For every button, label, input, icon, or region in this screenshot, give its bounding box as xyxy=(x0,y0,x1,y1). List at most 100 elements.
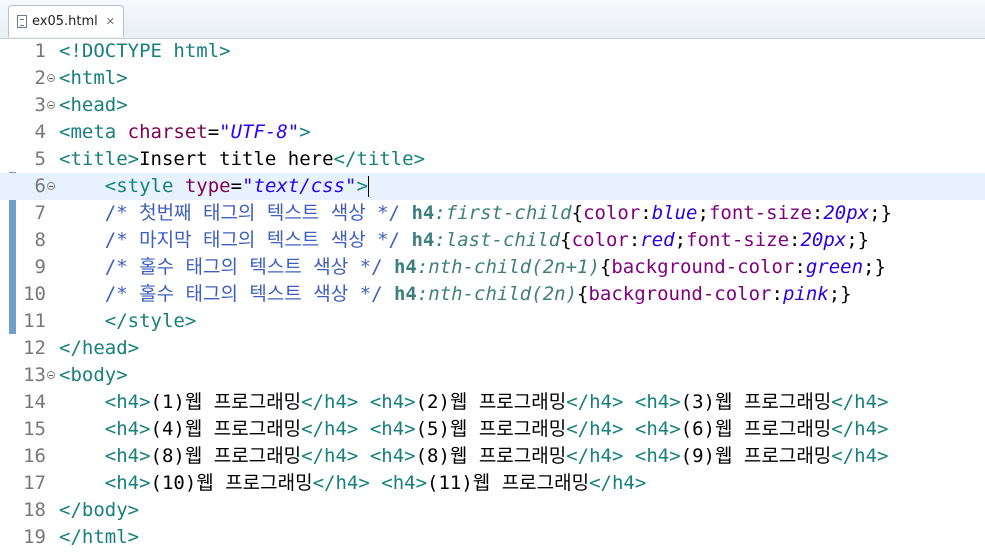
fold-toggle-icon[interactable] xyxy=(47,74,55,82)
line-number: 9 xyxy=(34,256,46,278)
code-token: > xyxy=(356,175,368,197)
code-token: <html> xyxy=(59,67,128,89)
line-number: 1 xyxy=(34,40,46,62)
code-token: <body> xyxy=(59,364,128,386)
editor-tab-bar: ex05.html ✕ xyxy=(0,0,985,39)
code-token: background-color xyxy=(611,256,795,278)
code-token: </h4> xyxy=(301,445,359,467)
code-line[interactable]: 3 <head> xyxy=(0,92,985,119)
code-text: <html> xyxy=(59,65,128,92)
code-token: font-size xyxy=(686,229,790,251)
text-cursor xyxy=(367,176,369,197)
line-number: 14 xyxy=(23,391,46,413)
code-token: { xyxy=(599,256,612,278)
tab-title: ex05.html xyxy=(32,14,98,29)
code-token: <style xyxy=(104,175,185,197)
code-token: </h4> xyxy=(312,472,370,494)
code-token: </html> xyxy=(59,526,140,548)
code-line[interactable]: 11 </style> xyxy=(0,308,985,335)
code-line[interactable]: 1 <!DOCTYPE html> xyxy=(0,38,985,65)
code-token: </h4> xyxy=(566,418,624,440)
code-line[interactable]: 14 <h4>(1)웹 프로그래밍</h4> <h4>(2)웹 프로그래밍</h… xyxy=(0,389,985,416)
html-file-icon xyxy=(17,15,27,28)
line-number: 3 xyxy=(34,94,46,116)
code-line[interactable]: 10 /* 홀수 태그의 텍스트 색상 */ h4:nth-child(2n){… xyxy=(0,281,985,308)
code-token: font-size xyxy=(708,202,812,224)
line-number: 18 xyxy=(23,499,46,521)
code-token: /* 홀수 태그의 텍스트 색상 */ xyxy=(104,283,394,305)
code-line[interactable]: 7 /* 첫번째 태그의 텍스트 색상 */ h4:first-child{co… xyxy=(0,200,985,227)
code-line[interactable]: 18 </body> xyxy=(0,497,985,524)
editor-tab[interactable]: ex05.html ✕ xyxy=(8,5,124,37)
code-token: <head> xyxy=(59,94,128,116)
code-token: :first-child xyxy=(434,202,572,224)
code-token: </body> xyxy=(59,499,140,521)
code-token: (4)웹 프로그래밍 xyxy=(150,418,302,440)
code-token: (1)웹 프로그래밍 xyxy=(150,391,302,413)
code-token: </h4> xyxy=(589,472,647,494)
code-line[interactable]: 17 <h4>(10)웹 프로그래밍</h4> <h4>(11)웹 프로그래밍<… xyxy=(0,470,985,497)
code-token: ;} xyxy=(863,256,886,278)
code-line[interactable]: 15 <h4>(4)웹 프로그래밍</h4> <h4>(5)웹 프로그래밍</h… xyxy=(0,416,985,443)
code-editor[interactable]: 1 <!DOCTYPE html> 2 <html> 3 <head> 4 <meta cha… xyxy=(0,38,985,557)
code-line[interactable]: 13 <body> xyxy=(0,362,985,389)
code-line[interactable]: 5 <title>Insert title here</title> xyxy=(0,146,985,173)
code-token: ; xyxy=(674,229,687,251)
code-line[interactable]: 2 <html> xyxy=(0,65,985,92)
code-token: { xyxy=(560,229,572,251)
code-line[interactable]: 8 /* 마지막 태그의 텍스트 색상 */ h4:last-child{col… xyxy=(0,227,985,254)
code-token: : xyxy=(628,229,641,251)
line-number: 17 xyxy=(23,472,46,494)
code-token: (10)웹 프로그래밍 xyxy=(150,472,313,494)
code-token: (5)웹 프로그래밍 xyxy=(415,418,567,440)
code-line[interactable]: 16 <h4>(8)웹 프로그래밍</h4> <h4>(8)웹 프로그래밍</h… xyxy=(0,443,985,470)
code-token: (8)웹 프로그래밍 xyxy=(415,445,567,467)
code-token: :nth-child(2n+1) xyxy=(416,256,600,278)
code-text: </style> xyxy=(59,308,197,335)
code-line[interactable]: 6 <style type="text/css"> xyxy=(0,173,985,200)
code-line[interactable]: 9 /* 홀수 태그의 텍스트 색상 */ h4:nth-child(2n+1)… xyxy=(0,254,985,281)
code-token: > xyxy=(299,121,311,143)
code-text: <title>Insert title here</title> xyxy=(59,146,425,173)
code-token: (6)웹 프로그래밍 xyxy=(680,418,832,440)
code-token: <h4> xyxy=(369,418,416,440)
code-token: color xyxy=(583,202,641,224)
code-text: <h4>(10)웹 프로그래밍</h4> <h4>(11)웹 프로그래밍</h4… xyxy=(59,470,647,497)
code-text: /* 마지막 태그의 텍스트 색상 */ h4:last-child{color… xyxy=(59,227,869,254)
code-token: { xyxy=(571,202,584,224)
code-token: <h4> xyxy=(104,472,151,494)
code-token: <h4> xyxy=(369,391,416,413)
code-token: : xyxy=(789,229,801,251)
code-token: background-color xyxy=(588,283,772,305)
line-number: 5 xyxy=(34,148,46,170)
code-token: /* 홀수 태그의 텍스트 색상 */ xyxy=(104,256,394,278)
code-token: red xyxy=(640,229,675,251)
code-text: /* 홀수 태그의 텍스트 색상 */ h4:nth-child(2n+1){b… xyxy=(59,254,886,281)
code-text: </head> xyxy=(59,335,139,362)
code-token: type xyxy=(184,175,231,197)
code-text: </html> xyxy=(59,524,139,551)
fold-toggle-icon[interactable] xyxy=(47,182,55,190)
line-number: 4 xyxy=(34,121,46,143)
code-token: </h4> xyxy=(831,418,889,440)
code-token: </h4> xyxy=(831,391,889,413)
fold-toggle-icon[interactable] xyxy=(47,101,55,109)
code-token: (11)웹 프로그래밍 xyxy=(427,472,590,494)
code-token: </h4> xyxy=(301,418,359,440)
code-line[interactable]: 4 <meta charset="UTF-8"> xyxy=(0,119,985,146)
code-token: : xyxy=(771,283,783,305)
code-text: <h4>(1)웹 프로그래밍</h4> <h4>(2)웹 프로그래밍</h4> … xyxy=(59,389,889,416)
code-token: <!DOCTYPE html> xyxy=(59,40,231,62)
line-number: 19 xyxy=(23,526,46,548)
fold-toggle-icon[interactable] xyxy=(47,371,55,379)
code-line[interactable]: 19 </html> xyxy=(0,524,985,551)
code-line[interactable]: 12 </head> xyxy=(0,335,985,362)
close-icon[interactable]: ✕ xyxy=(106,15,115,28)
code-text: <h4>(4)웹 프로그래밍</h4> <h4>(5)웹 프로그래밍</h4> … xyxy=(59,416,889,443)
code-text: <meta charset="UTF-8"> xyxy=(59,119,311,146)
code-token: h4 xyxy=(411,229,435,251)
code-token: charset xyxy=(127,121,208,143)
code-token: (8)웹 프로그래밍 xyxy=(150,445,302,467)
